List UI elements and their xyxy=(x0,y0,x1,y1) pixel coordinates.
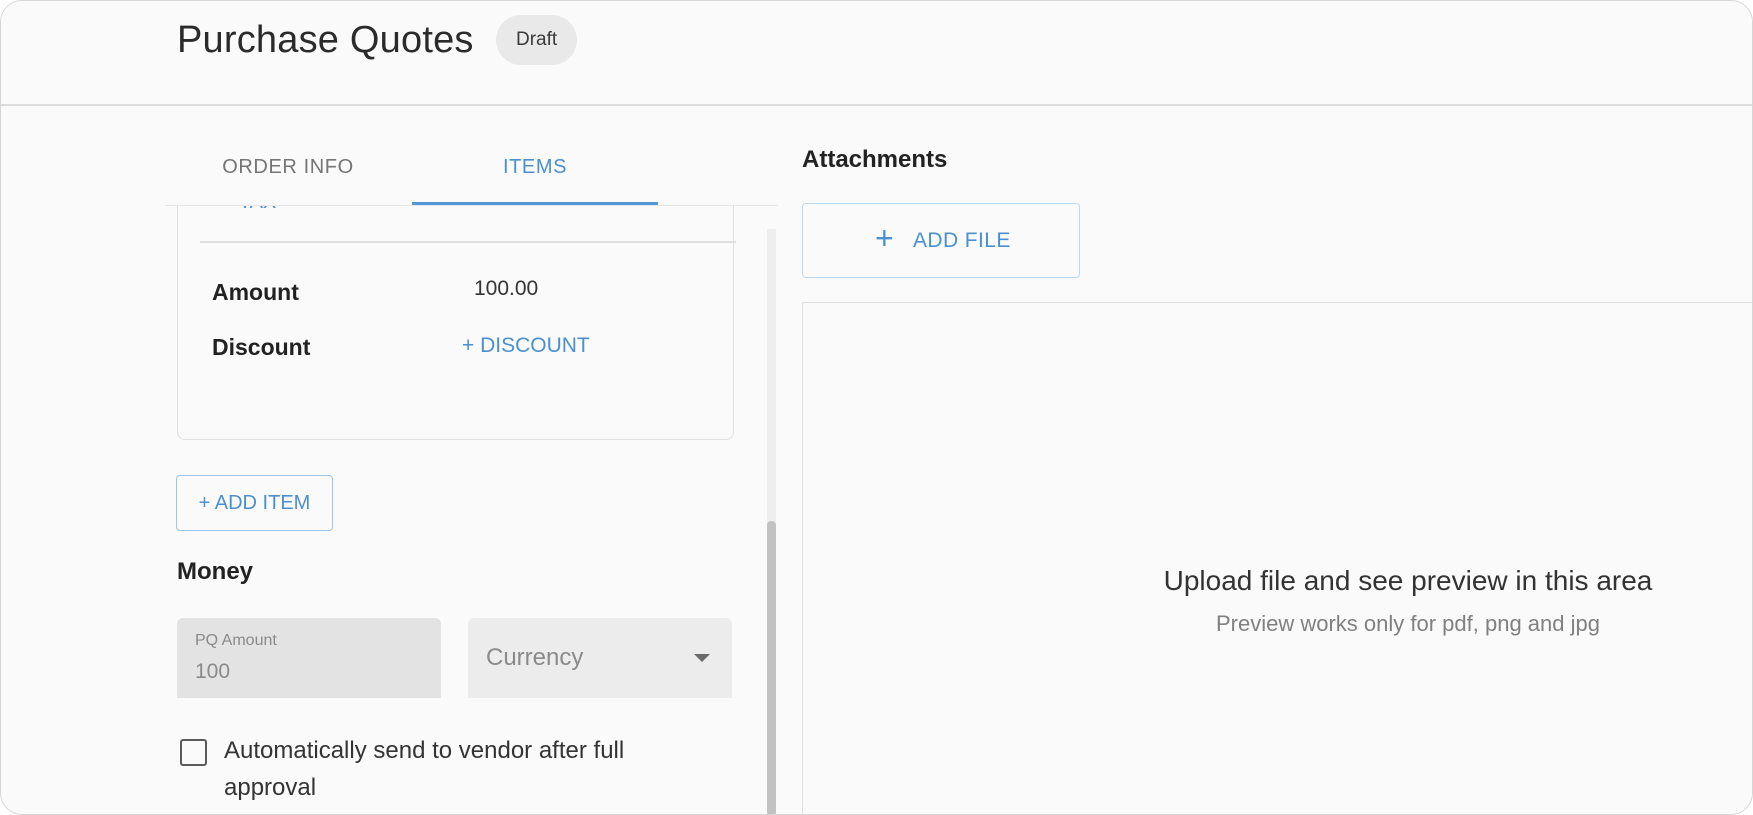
preview-title: Upload file and see preview in this area xyxy=(1163,565,1653,596)
attachments-title: Attachments xyxy=(802,146,948,173)
items-panel[interactable]: + TAX Amount 100.00 Discount + DISCOUNT … xyxy=(165,206,778,814)
page-title: Purchase Quotes xyxy=(177,19,474,61)
status-badge: Draft xyxy=(496,15,578,65)
add-tax-link[interactable]: + TAX xyxy=(222,206,276,214)
amount-label: Amount xyxy=(212,279,299,305)
pq-amount-value: 100 xyxy=(195,660,231,683)
add-discount-link[interactable]: + DISCOUNT xyxy=(462,334,590,358)
tab-order-info[interactable]: ORDER INFO xyxy=(165,133,411,205)
plus-icon: + xyxy=(875,220,894,256)
money-section-title: Money xyxy=(177,558,254,585)
pq-amount-label: PQ Amount xyxy=(195,632,277,649)
currency-select[interactable]: Currency xyxy=(468,618,732,698)
app-window: Purchase Quotes Draft ORDER INFO ITEMS +… xyxy=(0,0,1753,815)
add-item-button[interactable]: + ADD ITEM xyxy=(176,475,333,531)
divider xyxy=(200,241,736,243)
preview-subtitle: Preview works only for pdf, png and jpg xyxy=(1216,611,1600,636)
page-header: Purchase Quotes Draft xyxy=(1,1,1752,106)
pq-amount-field: PQ Amount 100 xyxy=(177,618,441,698)
add-file-label: ADD FILE xyxy=(913,229,1011,252)
file-preview-area[interactable]: Upload file and see preview in this area… xyxy=(802,302,1752,814)
caret-down-icon xyxy=(694,654,710,662)
tab-bar: ORDER INFO ITEMS xyxy=(165,133,778,206)
auto-send-label[interactable]: Automatically send to vendor after full … xyxy=(224,732,704,806)
scrollbar-thumb[interactable] xyxy=(767,521,776,814)
tab-items[interactable]: ITEMS xyxy=(412,133,658,205)
item-card: + TAX Amount 100.00 Discount + DISCOUNT xyxy=(177,206,736,440)
add-file-button[interactable]: + ADD FILE xyxy=(802,203,1080,278)
discount-label: Discount xyxy=(212,334,311,360)
auto-send-checkbox[interactable] xyxy=(180,739,207,766)
amount-value: 100.00 xyxy=(474,277,539,300)
currency-placeholder: Currency xyxy=(486,644,584,671)
